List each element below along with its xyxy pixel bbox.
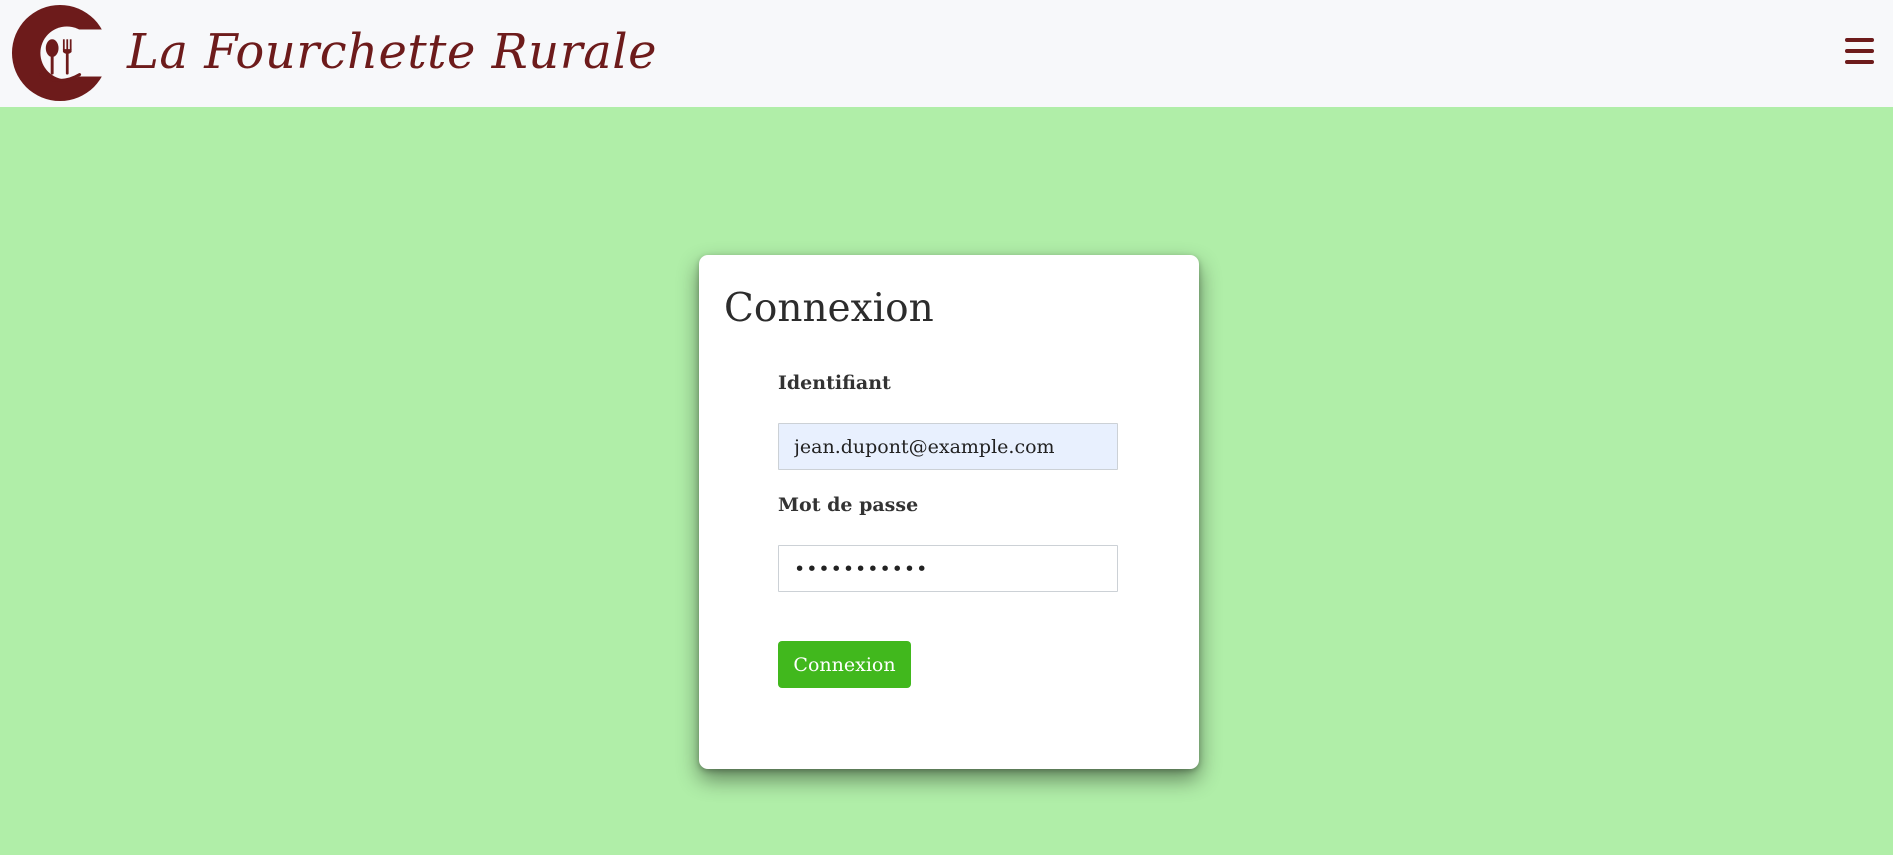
fork-spoon-logo-icon[interactable] <box>11 4 109 102</box>
login-submit-button[interactable]: Connexion <box>778 641 911 688</box>
menu-bar <box>1845 60 1874 64</box>
navbar: La Fourchette Rurale <box>0 0 1893 107</box>
brand-name[interactable]: La Fourchette Rurale <box>127 22 657 82</box>
password-label: Mot de passe <box>778 494 919 516</box>
login-title: Connexion <box>724 286 934 331</box>
hamburger-menu-icon[interactable] <box>1845 38 1877 70</box>
username-label: Identifiant <box>778 372 891 394</box>
username-input[interactable] <box>778 423 1118 470</box>
menu-bar <box>1845 49 1874 53</box>
menu-bar <box>1845 38 1874 42</box>
login-card: Connexion Identifiant Mot de passe Conne… <box>699 255 1199 769</box>
password-input[interactable] <box>778 545 1118 592</box>
